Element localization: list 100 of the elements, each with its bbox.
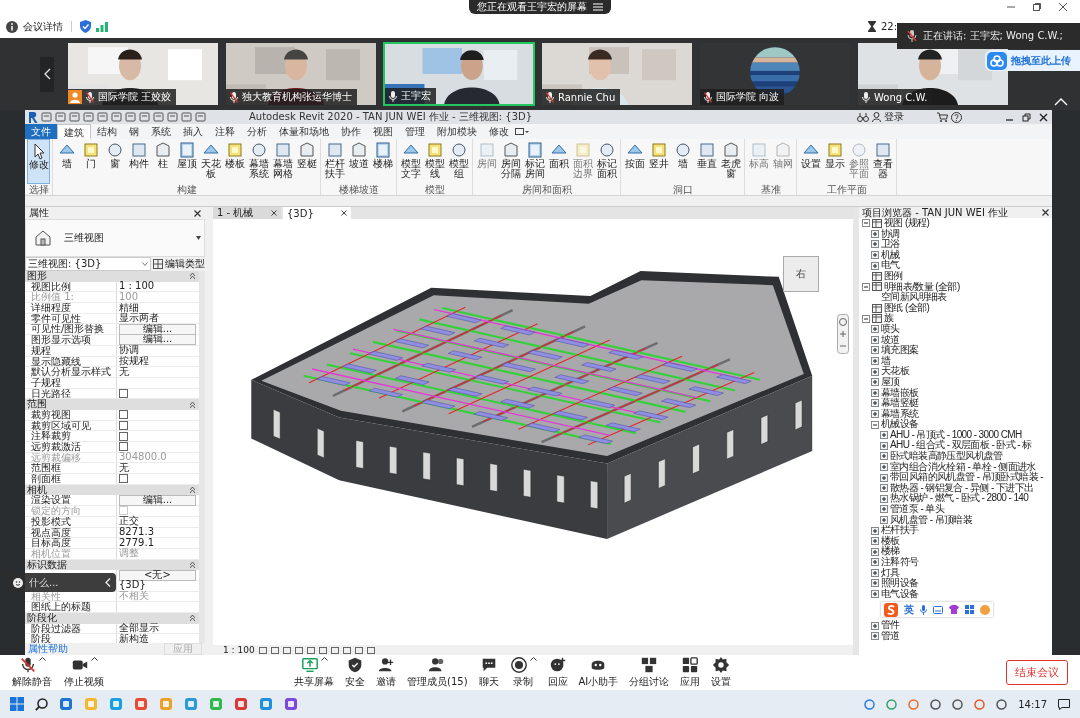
quick-access-icon[interactable] <box>69 112 80 122</box>
expand-toggle-icon[interactable] <box>880 473 888 482</box>
ribbon-tool-button[interactable]: 幕墙网格 <box>271 139 294 184</box>
expand-toggle-icon[interactable] <box>871 251 879 260</box>
expand-toggle-icon[interactable] <box>871 410 879 418</box>
ribbon-tool-button[interactable]: 竖井 <box>647 139 670 184</box>
tree-item[interactable]: 电气 <box>881 260 900 271</box>
tree-item[interactable]: 幕墙系统 <box>881 408 919 420</box>
close-icon[interactable] <box>1058 2 1068 12</box>
expand-toggle-icon[interactable] <box>880 494 888 503</box>
expand-toggle-icon[interactable] <box>871 632 879 641</box>
quick-access-icon[interactable] <box>153 112 164 122</box>
meeting-control-button[interactable]: 应用 <box>680 656 701 689</box>
ribbon-tool-button[interactable]: 门 <box>79 139 102 184</box>
expand-toggle-icon[interactable] <box>871 568 879 577</box>
meeting-control-button[interactable]: AI小助手 <box>578 656 619 689</box>
tree-item[interactable]: 天花板 <box>881 366 910 377</box>
ribbon-tool-button[interactable]: 老虎窗 <box>719 139 742 184</box>
expand-toggle-icon[interactable] <box>880 452 888 461</box>
meeting-control-button[interactable]: 录制 <box>509 656 537 689</box>
edit-type-button[interactable]: 编辑类型 <box>153 257 205 271</box>
quick-access-icon[interactable] <box>111 112 122 122</box>
meeting-control-button[interactable]: 管理成员(15) <box>407 656 468 689</box>
tree-item[interactable]: 带回风箱的风机盘管 - 吊顶卧式暗装 - <box>890 472 1043 483</box>
type-selector[interactable]: 三维视图 <box>25 219 205 257</box>
tree-item[interactable]: 管件 <box>881 620 900 631</box>
instance-dropdown[interactable]: 三维视图: {3D} <box>25 257 151 271</box>
expand-toggle-icon[interactable] <box>871 346 879 355</box>
ribbon-tool-button[interactable]: 模型组 <box>447 139 470 184</box>
quick-access-icon[interactable] <box>195 112 206 122</box>
tree-item[interactable]: 注释符号 <box>881 557 919 568</box>
tree-item[interactable]: 卧式暗装高静压型风机盘管 <box>890 451 1003 462</box>
edit-button[interactable]: 编辑... <box>119 323 196 335</box>
checkbox[interactable] <box>119 474 128 484</box>
tree-item[interactable]: 卫浴 <box>881 239 900 250</box>
ribbon-tool-button[interactable]: 标记面积 <box>595 139 618 184</box>
ribbon-tool-button[interactable]: 墙 <box>55 139 78 184</box>
ribbon-tool-button[interactable]: 楼板 <box>223 139 246 184</box>
tree-item[interactable]: 风机盘管 - 吊顶暗装 <box>890 514 973 526</box>
quick-access-icon[interactable] <box>55 112 66 122</box>
meeting-control-button[interactable]: 停止视频 <box>64 656 104 689</box>
expand-toggle-icon[interactable] <box>871 399 879 408</box>
app-icon[interactable] <box>234 697 248 711</box>
quick-access-icon[interactable] <box>83 112 94 122</box>
ribbon-tab[interactable]: 体量和场地 <box>273 124 335 139</box>
tree-item[interactable]: 图例 <box>884 270 903 282</box>
keyboard-icon[interactable] <box>933 605 943 614</box>
ribbon-tab[interactable]: 视图 <box>367 124 399 139</box>
checkbox[interactable] <box>119 388 128 398</box>
edit-button[interactable]: <无> <box>119 569 196 581</box>
ribbon-tool-button[interactable]: 墙 <box>671 139 694 184</box>
expand-toggle-icon[interactable] <box>871 537 879 546</box>
grid-icon[interactable] <box>965 605 974 615</box>
ribbon-tool-button[interactable]: 天花板 <box>199 139 222 184</box>
revit-logo-icon[interactable] <box>28 111 38 123</box>
tree-item[interactable]: 照明设备 <box>881 578 919 589</box>
chevron-left-icon[interactable] <box>105 578 111 587</box>
video-tile[interactable]: 国际学院 王姣姣 <box>67 42 219 106</box>
close-icon[interactable] <box>341 210 347 216</box>
ribbon-tab[interactable]: 附加模块 <box>431 124 483 139</box>
tray-icon[interactable] <box>952 698 964 710</box>
tray-icon[interactable] <box>974 698 986 710</box>
info-icon[interactable] <box>6 20 18 33</box>
tree-item[interactable]: 机械设备 <box>881 419 919 430</box>
ribbon-tab[interactable]: 系统 <box>145 124 177 139</box>
quick-access-icon[interactable] <box>139 112 150 122</box>
ribbon-tool-button[interactable]: 房间分隔 <box>499 139 522 184</box>
search-icon[interactable] <box>35 697 48 711</box>
navigation-wheel-icon[interactable] <box>837 314 849 354</box>
end-meeting-button[interactable]: 结束会议 <box>1006 660 1068 685</box>
mic-icon[interactable] <box>920 604 927 615</box>
checkbox[interactable] <box>119 410 128 420</box>
app-icon[interactable] <box>184 697 198 711</box>
ribbon-tab[interactable]: 管理 <box>399 124 431 139</box>
group-header[interactable]: 相机 <box>25 484 199 496</box>
tree-item[interactable]: 幕墙嵌板 <box>881 387 919 399</box>
tree-item[interactable]: 屋顶 <box>881 376 900 388</box>
ribbon-tab[interactable]: 文件 <box>25 124 57 139</box>
quick-access-icon[interactable] <box>167 112 178 122</box>
panel-toggle-icon[interactable] <box>515 127 529 136</box>
meeting-control-button[interactable]: 共享屏幕 <box>294 656 334 689</box>
ribbon-tool-button[interactable]: 模型线 <box>423 139 446 184</box>
expand-toggle-icon[interactable] <box>871 579 879 588</box>
ribbon-tool-button[interactable]: 显示 <box>823 139 846 184</box>
close-icon[interactable] <box>194 209 201 217</box>
tree-item[interactable]: 管道泵 - 单头 <box>890 504 945 515</box>
view-cube[interactable]: 右 <box>783 256 819 292</box>
login-link[interactable]: 登录 <box>884 110 904 124</box>
ribbon-tool-button[interactable]: 设置 <box>799 139 822 184</box>
ribbon-tool-button[interactable]: 竖梃 <box>295 139 318 184</box>
floating-assistant-bar[interactable]: 什么... <box>8 573 116 592</box>
meeting-control-button[interactable]: 设置 <box>711 656 732 689</box>
ribbon-tool-button[interactable]: 标记房间 <box>523 139 546 184</box>
shirt-icon[interactable] <box>949 605 959 615</box>
app-icon[interactable] <box>259 697 273 711</box>
meeting-control-button[interactable]: 邀请 <box>376 656 396 689</box>
meeting-details-link[interactable]: 会议详情 <box>23 19 63 34</box>
binoculars-icon[interactable] <box>857 112 869 122</box>
tree-item[interactable]: 空间新风明细表 <box>881 292 947 303</box>
restore-icon[interactable] <box>1022 112 1031 122</box>
